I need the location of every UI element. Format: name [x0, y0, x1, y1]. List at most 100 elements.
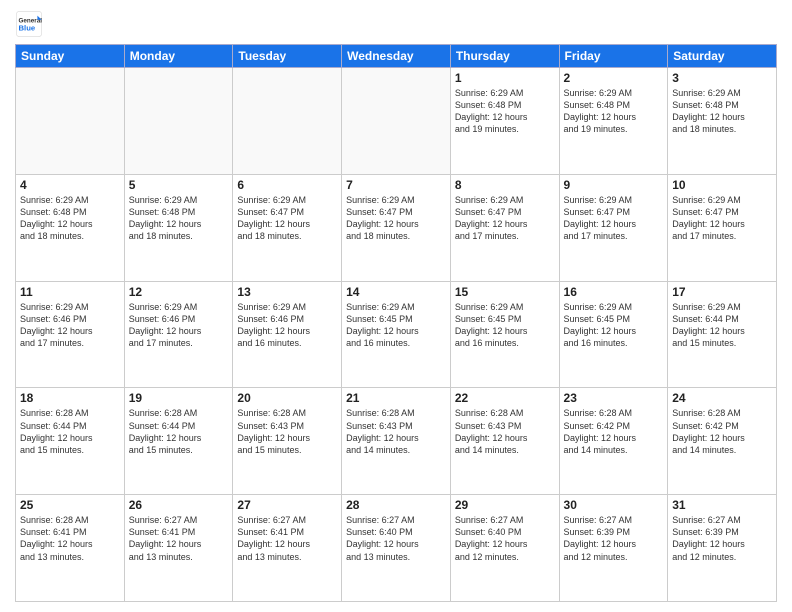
day-cell: 2 Sunrise: 6:29 AM Sunset: 6:48 PM Daylig… — [559, 68, 668, 175]
day-cell: 20 Sunrise: 6:28 AM Sunset: 6:43 PM Dayli… — [233, 388, 342, 495]
column-header-friday: Friday — [559, 45, 668, 68]
calendar-body: 1 Sunrise: 6:29 AM Sunset: 6:48 PM Daylig… — [16, 68, 777, 602]
day-info: Sunrise: 6:29 AM Sunset: 6:47 PM Dayligh… — [455, 194, 555, 243]
day-info: Sunrise: 6:28 AM Sunset: 6:43 PM Dayligh… — [455, 407, 555, 456]
day-number: 18 — [20, 391, 120, 405]
day-number: 31 — [672, 498, 772, 512]
day-number: 28 — [346, 498, 446, 512]
day-info: Sunrise: 6:27 AM Sunset: 6:41 PM Dayligh… — [237, 514, 337, 563]
day-info: Sunrise: 6:28 AM Sunset: 6:43 PM Dayligh… — [237, 407, 337, 456]
day-info: Sunrise: 6:29 AM Sunset: 6:46 PM Dayligh… — [129, 301, 229, 350]
calendar-table: SundayMondayTuesdayWednesdayThursdayFrid… — [15, 44, 777, 602]
day-info: Sunrise: 6:28 AM Sunset: 6:44 PM Dayligh… — [129, 407, 229, 456]
day-number: 14 — [346, 285, 446, 299]
day-info: Sunrise: 6:27 AM Sunset: 6:39 PM Dayligh… — [672, 514, 772, 563]
header: General Blue — [15, 10, 777, 38]
column-header-thursday: Thursday — [450, 45, 559, 68]
day-cell: 5 Sunrise: 6:29 AM Sunset: 6:48 PM Daylig… — [124, 174, 233, 281]
day-cell: 4Sunrise: 6:29 AM Sunset: 6:48 PM Daylig… — [16, 174, 125, 281]
day-number: 5 — [129, 178, 229, 192]
day-cell: 12 Sunrise: 6:29 AM Sunset: 6:46 PM Dayli… — [124, 281, 233, 388]
day-info: Sunrise: 6:29 AM Sunset: 6:48 PM Dayligh… — [564, 87, 664, 136]
day-cell: 16Sunrise: 6:29 AM Sunset: 6:45 PM Dayli… — [559, 281, 668, 388]
day-number: 7 — [346, 178, 446, 192]
calendar-header: SundayMondayTuesdayWednesdayThursdayFrid… — [16, 45, 777, 68]
logo-icon: General Blue — [15, 10, 43, 38]
day-info: Sunrise: 6:28 AM Sunset: 6:41 PM Dayligh… — [20, 514, 120, 563]
day-cell: 23 Sunrise: 6:28 AM Sunset: 6:42 PM Dayli… — [559, 388, 668, 495]
day-number: 22 — [455, 391, 555, 405]
day-info: Sunrise: 6:29 AM Sunset: 6:46 PM Dayligh… — [20, 301, 120, 350]
day-cell: 8 Sunrise: 6:29 AM Sunset: 6:47 PM Daylig… — [450, 174, 559, 281]
column-header-wednesday: Wednesday — [342, 45, 451, 68]
day-info: Sunrise: 6:27 AM Sunset: 6:39 PM Dayligh… — [564, 514, 664, 563]
week-row-4: 18 Sunrise: 6:28 AM Sunset: 6:44 PM Dayli… — [16, 388, 777, 495]
day-cell — [124, 68, 233, 175]
week-row-5: 25 Sunrise: 6:28 AM Sunset: 6:41 PM Dayli… — [16, 495, 777, 602]
day-info: Sunrise: 6:28 AM Sunset: 6:42 PM Dayligh… — [564, 407, 664, 456]
column-header-sunday: Sunday — [16, 45, 125, 68]
day-number: 25 — [20, 498, 120, 512]
column-header-tuesday: Tuesday — [233, 45, 342, 68]
day-info: Sunrise: 6:29 AM Sunset: 6:48 PM Dayligh… — [20, 194, 120, 243]
week-row-3: 11Sunrise: 6:29 AM Sunset: 6:46 PM Dayli… — [16, 281, 777, 388]
day-cell: 7 Sunrise: 6:29 AM Sunset: 6:47 PM Daylig… — [342, 174, 451, 281]
day-info: Sunrise: 6:29 AM Sunset: 6:45 PM Dayligh… — [346, 301, 446, 350]
day-number: 2 — [564, 71, 664, 85]
day-cell: 6 Sunrise: 6:29 AM Sunset: 6:47 PM Daylig… — [233, 174, 342, 281]
day-cell: 28 Sunrise: 6:27 AM Sunset: 6:40 PM Dayli… — [342, 495, 451, 602]
column-header-saturday: Saturday — [668, 45, 777, 68]
day-number: 1 — [455, 71, 555, 85]
day-number: 23 — [564, 391, 664, 405]
day-info: Sunrise: 6:28 AM Sunset: 6:42 PM Dayligh… — [672, 407, 772, 456]
day-info: Sunrise: 6:28 AM Sunset: 6:44 PM Dayligh… — [20, 407, 120, 456]
day-number: 30 — [564, 498, 664, 512]
day-cell: 3 Sunrise: 6:29 AM Sunset: 6:48 PM Daylig… — [668, 68, 777, 175]
day-cell: 9Sunrise: 6:29 AM Sunset: 6:47 PM Daylig… — [559, 174, 668, 281]
day-number: 15 — [455, 285, 555, 299]
page: General Blue SundayMondayTuesdayWednesda… — [0, 0, 792, 612]
day-number: 13 — [237, 285, 337, 299]
day-info: Sunrise: 6:29 AM Sunset: 6:48 PM Dayligh… — [455, 87, 555, 136]
day-cell: 22 Sunrise: 6:28 AM Sunset: 6:43 PM Dayli… — [450, 388, 559, 495]
header-row: SundayMondayTuesdayWednesdayThursdayFrid… — [16, 45, 777, 68]
day-number: 3 — [672, 71, 772, 85]
day-cell: 11Sunrise: 6:29 AM Sunset: 6:46 PM Dayli… — [16, 281, 125, 388]
day-cell: 17Sunrise: 6:29 AM Sunset: 6:44 PM Dayli… — [668, 281, 777, 388]
day-cell: 13Sunrise: 6:29 AM Sunset: 6:46 PM Dayli… — [233, 281, 342, 388]
column-header-monday: Monday — [124, 45, 233, 68]
day-cell: 24Sunrise: 6:28 AM Sunset: 6:42 PM Dayli… — [668, 388, 777, 495]
day-info: Sunrise: 6:29 AM Sunset: 6:45 PM Dayligh… — [564, 301, 664, 350]
day-cell: 31 Sunrise: 6:27 AM Sunset: 6:39 PM Dayli… — [668, 495, 777, 602]
day-cell: 18 Sunrise: 6:28 AM Sunset: 6:44 PM Dayli… — [16, 388, 125, 495]
day-cell — [233, 68, 342, 175]
day-number: 29 — [455, 498, 555, 512]
day-info: Sunrise: 6:27 AM Sunset: 6:40 PM Dayligh… — [346, 514, 446, 563]
day-info: Sunrise: 6:29 AM Sunset: 6:47 PM Dayligh… — [346, 194, 446, 243]
day-number: 21 — [346, 391, 446, 405]
week-row-2: 4Sunrise: 6:29 AM Sunset: 6:48 PM Daylig… — [16, 174, 777, 281]
day-info: Sunrise: 6:29 AM Sunset: 6:45 PM Dayligh… — [455, 301, 555, 350]
day-info: Sunrise: 6:29 AM Sunset: 6:48 PM Dayligh… — [129, 194, 229, 243]
day-cell: 30 Sunrise: 6:27 AM Sunset: 6:39 PM Dayli… — [559, 495, 668, 602]
day-info: Sunrise: 6:27 AM Sunset: 6:41 PM Dayligh… — [129, 514, 229, 563]
day-number: 10 — [672, 178, 772, 192]
day-info: Sunrise: 6:29 AM Sunset: 6:47 PM Dayligh… — [237, 194, 337, 243]
day-cell: 14 Sunrise: 6:29 AM Sunset: 6:45 PM Dayli… — [342, 281, 451, 388]
day-number: 27 — [237, 498, 337, 512]
day-number: 9 — [564, 178, 664, 192]
day-info: Sunrise: 6:27 AM Sunset: 6:40 PM Dayligh… — [455, 514, 555, 563]
day-info: Sunrise: 6:28 AM Sunset: 6:43 PM Dayligh… — [346, 407, 446, 456]
day-number: 6 — [237, 178, 337, 192]
day-number: 12 — [129, 285, 229, 299]
day-number: 8 — [455, 178, 555, 192]
day-info: Sunrise: 6:29 AM Sunset: 6:44 PM Dayligh… — [672, 301, 772, 350]
day-info: Sunrise: 6:29 AM Sunset: 6:48 PM Dayligh… — [672, 87, 772, 136]
day-cell: 15 Sunrise: 6:29 AM Sunset: 6:45 PM Dayli… — [450, 281, 559, 388]
day-cell: 1 Sunrise: 6:29 AM Sunset: 6:48 PM Daylig… — [450, 68, 559, 175]
day-number: 20 — [237, 391, 337, 405]
day-cell: 27 Sunrise: 6:27 AM Sunset: 6:41 PM Dayli… — [233, 495, 342, 602]
day-number: 26 — [129, 498, 229, 512]
day-cell: 26 Sunrise: 6:27 AM Sunset: 6:41 PM Dayli… — [124, 495, 233, 602]
day-cell: 25 Sunrise: 6:28 AM Sunset: 6:41 PM Dayli… — [16, 495, 125, 602]
